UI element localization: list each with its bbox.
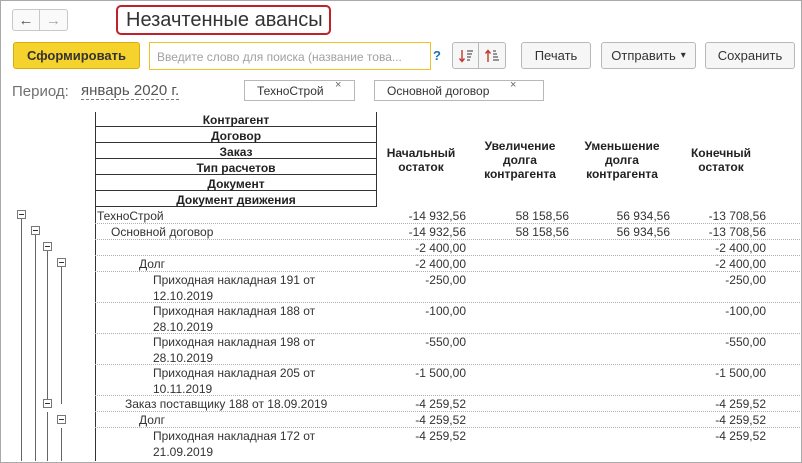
row-decrease: 56 934,56 — [616, 209, 670, 223]
row-opening: -550,00 — [425, 335, 466, 349]
header-contract: Договор — [210, 129, 262, 143]
header-settlement-type: Тип расчетов — [196, 161, 276, 175]
header-movement-document: Документ движения — [176, 193, 296, 207]
row-opening: -1 500,00 — [415, 366, 466, 380]
collapse-icon[interactable] — [43, 399, 52, 408]
row-increase: 58 158,56 — [515, 209, 569, 223]
print-button[interactable]: Печать — [521, 42, 591, 69]
page-title: Незачтенные авансы — [116, 5, 331, 35]
close-icon[interactable]: × — [510, 79, 516, 91]
row-name-document: Приходная накладная 198 от 28.10.2019 — [153, 335, 316, 365]
column-divider — [376, 112, 377, 207]
row-closing: -250,00 — [725, 273, 766, 287]
row-closing: -1 500,00 — [715, 366, 766, 380]
row-closing: -100,00 — [725, 304, 766, 318]
tree-connector — [47, 250, 48, 404]
row-closing: -4 259,52 — [715, 397, 766, 411]
sort-descending-button[interactable] — [479, 42, 506, 69]
tree-connector — [61, 428, 62, 461]
row-name-contract: Основной договор — [111, 225, 214, 239]
row-name-settlement-type: Долг — [139, 257, 166, 271]
send-button[interactable]: Отправить ▾ — [601, 42, 696, 69]
tree-connector — [35, 234, 36, 461]
filter-chip-label: Основной договор — [387, 84, 490, 98]
forward-button[interactable]: → — [40, 9, 68, 31]
header-debt-decrease: Уменьшение долга контрагента — [584, 139, 660, 181]
header-document: Документ — [207, 177, 265, 191]
tree-connector — [47, 412, 48, 461]
filter-chip-counterparty[interactable]: ТехноСтрой × — [244, 79, 355, 101]
tree-connector — [61, 266, 62, 404]
collapse-icon[interactable] — [43, 242, 52, 251]
period-label: Период: — [12, 83, 69, 100]
row-name-order: Заказ поставщику 188 от 18.09.2019 — [125, 397, 328, 411]
header-counterparty: Контрагент — [202, 113, 270, 127]
row-name-document: Приходная накладная 172 от 21.09.2019 — [153, 429, 316, 459]
row-closing: -13 708,56 — [708, 225, 766, 239]
arrow-right-icon: → — [46, 11, 61, 29]
row-closing: -550,00 — [725, 335, 766, 349]
header-debt-increase: Увеличение долга контрагента — [484, 139, 556, 181]
collapse-icon[interactable] — [57, 415, 66, 424]
row-increase: 58 158,56 — [515, 225, 569, 239]
report-table: Контрагент Договор Заказ Тип расчетов До… — [0, 112, 800, 461]
search-input[interactable]: Введите слово для поиска (название това.… — [149, 42, 431, 70]
back-button[interactable]: ← — [12, 9, 40, 31]
row-opening: -4 259,52 — [415, 429, 466, 443]
period-selector[interactable]: январь 2020 г. — [81, 83, 180, 100]
chevron-down-icon: ▾ — [680, 50, 686, 61]
arrow-left-icon: ← — [18, 11, 34, 29]
row-name-document: Приходная накладная 205 от 10.11.2019 — [153, 366, 316, 396]
row-opening: -2 400,00 — [415, 241, 466, 255]
sort-ascending-icon — [458, 49, 473, 63]
header-opening-balance: Начальный остаток — [386, 146, 456, 174]
row-name-document: Приходная накладная 188 от 28.10.2019 — [153, 304, 316, 334]
help-icon[interactable]: ? — [433, 48, 441, 63]
filter-chip-label: ТехноСтрой — [257, 84, 324, 98]
row-opening: -4 259,52 — [415, 413, 466, 427]
sort-descending-icon — [484, 48, 499, 62]
collapse-icon[interactable] — [17, 210, 26, 219]
row-name-settlement-type: Долг — [139, 413, 166, 427]
collapse-icon[interactable] — [57, 258, 66, 267]
row-closing: -4 259,52 — [715, 429, 766, 443]
filter-chip-contract[interactable]: Основной договор × — [374, 79, 544, 101]
send-label: Отправить — [611, 48, 676, 63]
row-closing: -2 400,00 — [715, 241, 766, 255]
row-opening: -250,00 — [425, 273, 466, 287]
row-opening: -2 400,00 — [415, 257, 466, 271]
header-closing-balance: Конечный остаток — [690, 146, 752, 174]
save-button[interactable]: Сохранить — [705, 42, 795, 69]
row-closing: -13 708,56 — [708, 209, 766, 223]
row-opening: -4 259,52 — [415, 397, 466, 411]
row-name-counterparty: ТехноСтрой — [97, 209, 164, 223]
row-decrease: 56 934,56 — [616, 225, 670, 239]
sort-ascending-button[interactable] — [452, 42, 479, 69]
row-closing: -4 259,52 — [715, 413, 766, 427]
row-opening: -14 932,56 — [408, 209, 466, 223]
close-icon[interactable]: × — [335, 79, 341, 91]
row-closing: -2 400,00 — [715, 257, 766, 271]
row-name-document: Приходная накладная 191 от 12.10.2019 — [153, 273, 316, 303]
row-opening: -100,00 — [425, 304, 466, 318]
row-opening: -14 932,56 — [408, 225, 466, 239]
collapse-icon[interactable] — [31, 226, 40, 235]
tree-connector — [21, 218, 22, 461]
generate-button[interactable]: Сформировать — [13, 42, 140, 69]
header-order: Заказ — [219, 145, 253, 159]
